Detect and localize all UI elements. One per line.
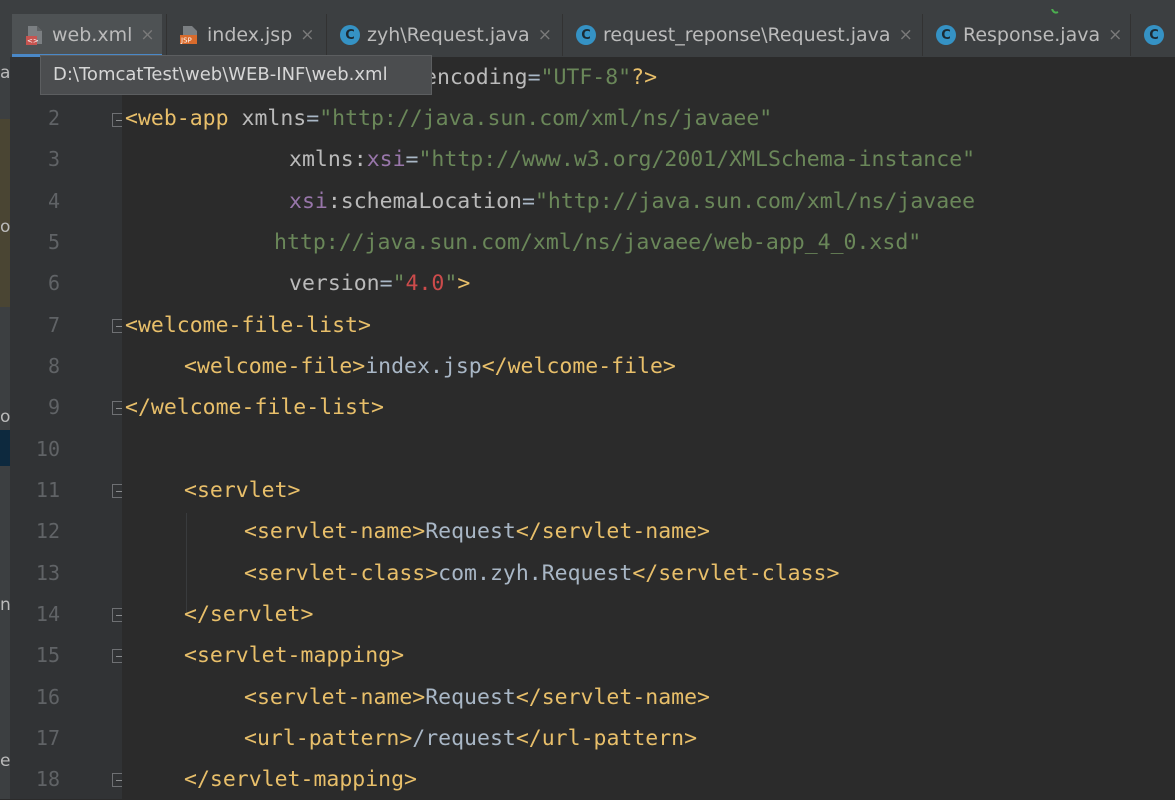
line-number: 4 bbox=[47, 189, 60, 213]
file-path-tooltip: D:\TomcatTest\web\WEB-INF\web.xml bbox=[40, 55, 432, 95]
code-line-17: <url-pattern>/request</url-pattern> bbox=[244, 726, 698, 751]
close-icon[interactable]: × bbox=[1108, 25, 1122, 45]
code-line-18: </servlet-mapping> bbox=[184, 767, 417, 792]
svg-text:<>: <> bbox=[27, 37, 39, 45]
line-number: 15 bbox=[35, 643, 60, 667]
highlighted-region bbox=[0, 119, 10, 307]
tab-label: index.jsp bbox=[207, 24, 293, 46]
clipped-text: ol bbox=[0, 217, 10, 237]
code-line-5: http://java.sun.com/xml/ns/javaee/web-ap… bbox=[274, 230, 922, 255]
selected-row bbox=[0, 430, 10, 466]
tab-request-reponse-request-java[interactable]: C request_reponse\Request.java × bbox=[563, 14, 921, 56]
code-line-3: xmlns:xsi="http://www.w3.org/2001/XMLSch… bbox=[289, 147, 976, 172]
editor-tab-bar: <> web.xml × JSP index.jsp × C zyh\Reque… bbox=[0, 0, 1175, 58]
svg-text:JSP: JSP bbox=[180, 37, 192, 45]
code-line-6: version="4.0"> bbox=[289, 271, 471, 296]
xml-file-icon: <> bbox=[24, 24, 46, 46]
tab-label: web.xml bbox=[52, 24, 133, 46]
line-number: 3 bbox=[47, 147, 60, 171]
line-number: 11 bbox=[35, 478, 60, 502]
line-number: 5 bbox=[47, 230, 60, 254]
java-class-icon: C bbox=[575, 24, 597, 46]
jsp-file-icon: JSP bbox=[179, 24, 201, 46]
tab-label: Response.java bbox=[963, 24, 1101, 46]
code-line-12: <servlet-name>Request</servlet-name> bbox=[244, 519, 710, 544]
close-icon[interactable]: × bbox=[899, 25, 913, 45]
code-line-13: <servlet-class>com.zyh.Request</servlet-… bbox=[244, 561, 840, 586]
java-class-icon: C bbox=[1143, 24, 1165, 46]
scroll-marker bbox=[1034, 0, 1074, 14]
line-number: 18 bbox=[35, 767, 60, 791]
tab-web-xml[interactable]: <> web.xml × bbox=[12, 14, 162, 56]
line-number: 8 bbox=[47, 354, 60, 378]
tab-label: zyh\Request.java bbox=[367, 24, 530, 46]
line-number: 10 bbox=[35, 437, 60, 461]
tab-zyh-request-java[interactable]: C zyh\Request.java × bbox=[327, 14, 561, 56]
project-panel-edge[interactable]: a ol or ni es bbox=[0, 57, 10, 799]
close-icon[interactable]: × bbox=[538, 25, 552, 45]
clipped-text: or bbox=[0, 407, 10, 427]
line-number: 9 bbox=[47, 395, 60, 419]
line-number: 14 bbox=[35, 602, 60, 626]
code-line-9: </welcome-file-list> bbox=[125, 395, 384, 420]
tab-overflow[interactable]: C bbox=[1131, 14, 1175, 56]
code-line-14: </servlet> bbox=[184, 602, 314, 627]
close-icon[interactable]: × bbox=[300, 25, 314, 45]
line-number: 17 bbox=[35, 726, 60, 750]
java-class-icon: C bbox=[339, 24, 361, 46]
close-icon[interactable]: × bbox=[140, 25, 154, 45]
code-line-11: <servlet> bbox=[184, 478, 301, 503]
line-number: 2 bbox=[47, 106, 60, 130]
code-line-1: encoding="UTF-8"?> bbox=[424, 65, 658, 90]
clipped-text: a bbox=[0, 63, 10, 83]
java-class-icon: C bbox=[935, 24, 957, 46]
line-number: 12 bbox=[35, 519, 60, 543]
tab-index-jsp[interactable]: JSP index.jsp × bbox=[167, 14, 325, 56]
code-line-2: <web-app xmlns="http://java.sun.com/xml/… bbox=[125, 106, 773, 131]
tab-response-java[interactable]: C Response.java × bbox=[923, 14, 1129, 56]
code-line-16: <servlet-name>Request</servlet-name> bbox=[244, 685, 710, 710]
code-line-7: <welcome-file-list> bbox=[125, 313, 371, 338]
clipped-text: ni bbox=[0, 595, 10, 615]
code-editor[interactable]: encoding="UTF-8"?> <web-app xmlns="http:… bbox=[122, 57, 1175, 799]
code-line-8: <welcome-file>index.jsp</welcome-file> bbox=[184, 354, 676, 379]
code-line-4: xsi:schemaLocation="http://java.sun.com/… bbox=[289, 189, 976, 214]
line-number: 7 bbox=[47, 313, 60, 337]
clipped-text: es bbox=[0, 751, 10, 771]
line-number-gutter: 1 2 3 4 5 6 7 8 9 10 11 12 13 14 15 16 1… bbox=[10, 57, 126, 799]
line-number: 6 bbox=[47, 271, 60, 295]
line-number: 16 bbox=[35, 685, 60, 709]
code-line-15: <servlet-mapping> bbox=[184, 643, 405, 668]
line-number: 13 bbox=[35, 561, 60, 585]
tab-label: request_reponse\Request.java bbox=[603, 24, 891, 46]
